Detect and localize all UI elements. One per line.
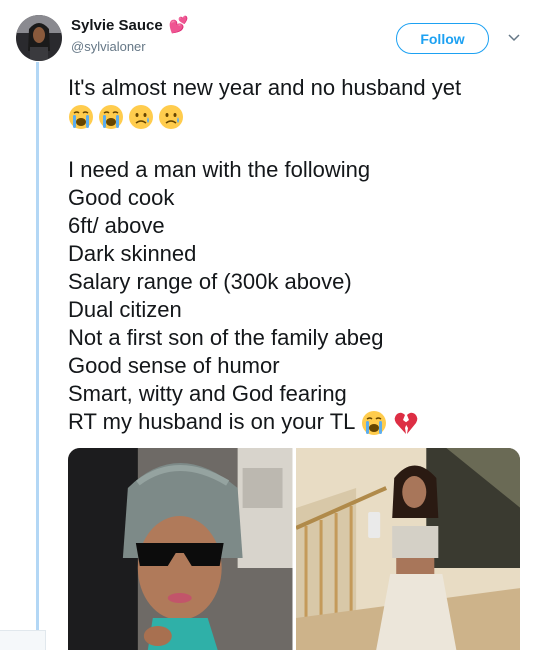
loudly-crying-face-icon [99, 105, 123, 129]
tweet-line: It's almost new year and no husband yet [68, 75, 462, 100]
tweet-line-last: RT my husband is on your TL [68, 408, 528, 436]
sad-but-relieved-face-icon [159, 105, 183, 129]
tweet-text: It's almost new year and no husband yet [68, 74, 528, 436]
loudly-crying-face-icon [69, 105, 93, 129]
sad-but-relieved-face-icon [129, 105, 153, 129]
tweet-line: Dark skinned [68, 241, 197, 266]
tweet-line: I need a man with the following [68, 157, 371, 182]
media-gallery[interactable] [68, 448, 520, 650]
sidebar-tab-stub [0, 630, 46, 650]
photo-woman-staircase[interactable] [295, 448, 520, 650]
thread-connector-line [36, 62, 39, 650]
tweet-line: Smart, witty and God fearing [68, 381, 347, 406]
author-name[interactable]: Sylvie Sauce 💕 [71, 17, 189, 34]
tweet-line: Not a first son of the family abeg [68, 325, 384, 350]
author-name-text[interactable]: Sylvie Sauce [71, 17, 163, 34]
tweet-line: Salary range of (300k above) [68, 269, 352, 294]
photo-woman-headwrap-sunglasses[interactable] [68, 448, 293, 650]
tweet-line: Dual citizen [68, 297, 182, 322]
tweet-line: 6ft/ above [68, 213, 165, 238]
tweet-line-text: RT my husband is on your TL [68, 409, 355, 434]
broken-heart-icon [394, 412, 418, 435]
chevron-down-icon[interactable] [506, 30, 522, 46]
loudly-crying-face-icon [361, 411, 386, 436]
author-handle[interactable]: @sylvialoner [71, 39, 146, 54]
follow-button[interactable]: Follow [396, 23, 489, 54]
emoji-row [68, 104, 528, 130]
two-hearts-icon: 💕 [168, 16, 189, 34]
tweet-line: Good sense of humor [68, 353, 280, 378]
avatar[interactable] [16, 15, 62, 61]
tweet-line: Good cook [68, 185, 175, 210]
